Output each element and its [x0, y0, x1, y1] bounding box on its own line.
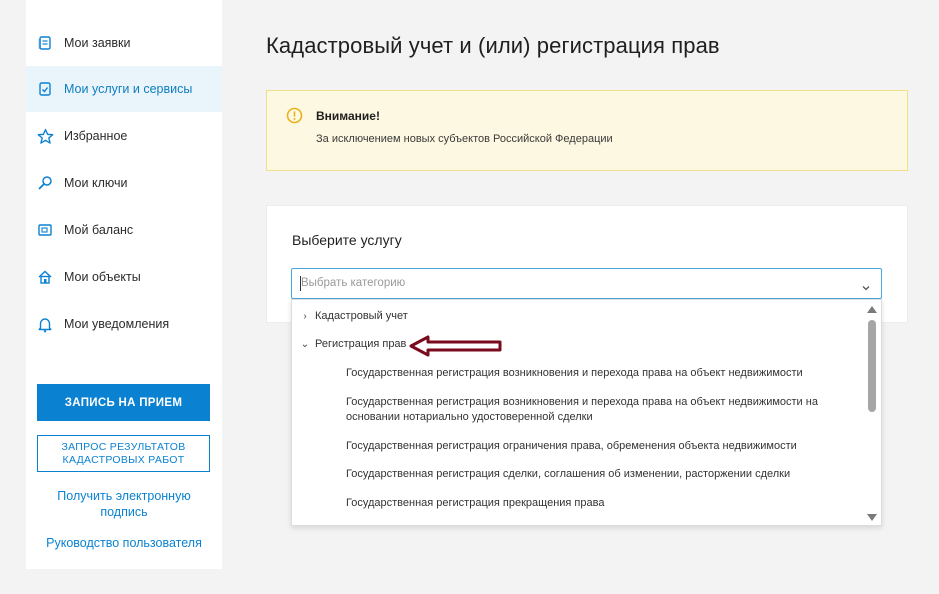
annotation-arrow-icon: [409, 335, 502, 357]
sidebar-item-label: Мой баланс: [64, 223, 134, 237]
cadastral-results-request-button[interactable]: ЗАПРОС РЕЗУЛЬТАТОВ КАДАСТРОВЫХ РАБОТ: [37, 435, 210, 472]
category-select-placeholder: Выбрать категорию: [301, 277, 406, 289]
dropdown-service-item[interactable]: Государственная регистрация ограничения …: [346, 439, 866, 454]
dropdown-service-item[interactable]: Государственная регистрация возникновени…: [346, 366, 866, 381]
alert-title: Внимание!: [316, 109, 380, 123]
dropdown-service-item[interactable]: Государственная регистрация возникновени…: [346, 395, 866, 425]
dropdown-category-rights-registration[interactable]: ⌄ Регистрация прав: [300, 338, 407, 350]
sidebar-item-my-balance[interactable]: Мой баланс: [26, 207, 222, 253]
service-card-title: Выберите услугу: [292, 232, 402, 248]
star-icon: [36, 127, 54, 145]
checklist-icon: [36, 80, 54, 98]
page-title: Кадастровый учет и (или) регистрация пра…: [266, 33, 720, 58]
sidebar-item-my-notifications[interactable]: Мои уведомления: [26, 301, 222, 347]
sidebar-item-label: Мои ключи: [64, 176, 128, 190]
sidebar-item-label: Мои заявки: [64, 36, 131, 50]
warning-circle-icon: [286, 107, 303, 124]
alert-text: За исключением новых субъектов Российско…: [316, 133, 613, 145]
scroll-up-arrow-icon[interactable]: [867, 306, 877, 313]
sidebar-item-label: Мои уведомления: [64, 317, 170, 331]
chevron-down-icon[interactable]: [861, 279, 871, 291]
appointment-button[interactable]: ЗАПИСЬ НА ПРИЕМ: [37, 384, 210, 421]
key-icon: [36, 174, 54, 192]
dropdown-scrollbar[interactable]: [864, 300, 881, 525]
document-icon: [36, 34, 54, 52]
dropdown-category-label: Регистрация прав: [315, 338, 407, 350]
category-dropdown-list: › Кадастровый учет ⌄ Регистрация прав Го…: [291, 299, 882, 526]
scroll-down-arrow-icon[interactable]: [867, 514, 877, 521]
sidebar-item-favorites[interactable]: Избранное: [26, 113, 222, 159]
sidebar-item-label: Мои услуги и сервисы: [64, 82, 193, 96]
sidebar: Мои заявки Мои услуги и сервисы Избранно…: [26, 0, 222, 569]
scrollbar-thumb[interactable]: [868, 320, 876, 412]
dropdown-service-item[interactable]: Государственная регистрация сделки, согл…: [346, 467, 866, 482]
warning-alert: Внимание! За исключением новых субъектов…: [266, 90, 908, 171]
bell-icon: [36, 315, 54, 333]
dropdown-category-cadastral[interactable]: › Кадастровый учет: [300, 310, 408, 322]
user-guide-link[interactable]: Руководство пользователя: [26, 535, 222, 551]
sidebar-item-my-requests[interactable]: Мои заявки: [26, 20, 222, 66]
dropdown-category-label: Кадастровый учет: [315, 310, 408, 322]
chevron-down-icon: ⌄: [300, 338, 310, 350]
get-electronic-signature-link[interactable]: Получить электронную подпись: [26, 488, 222, 520]
sidebar-item-label: Избранное: [64, 129, 128, 143]
sidebar-item-my-keys[interactable]: Мои ключи: [26, 160, 222, 206]
wallet-icon: [36, 221, 54, 239]
sidebar-item-my-objects[interactable]: Мои объекты: [26, 254, 222, 300]
sidebar-item-label: Мои объекты: [64, 270, 141, 284]
sidebar-item-my-services[interactable]: Мои услуги и сервисы: [26, 66, 222, 112]
dropdown-service-item[interactable]: Государственная регистрация прекращения …: [346, 496, 866, 511]
category-select[interactable]: Выбрать категорию: [291, 268, 882, 299]
house-icon: [36, 268, 54, 286]
chevron-right-icon: ›: [303, 310, 307, 322]
